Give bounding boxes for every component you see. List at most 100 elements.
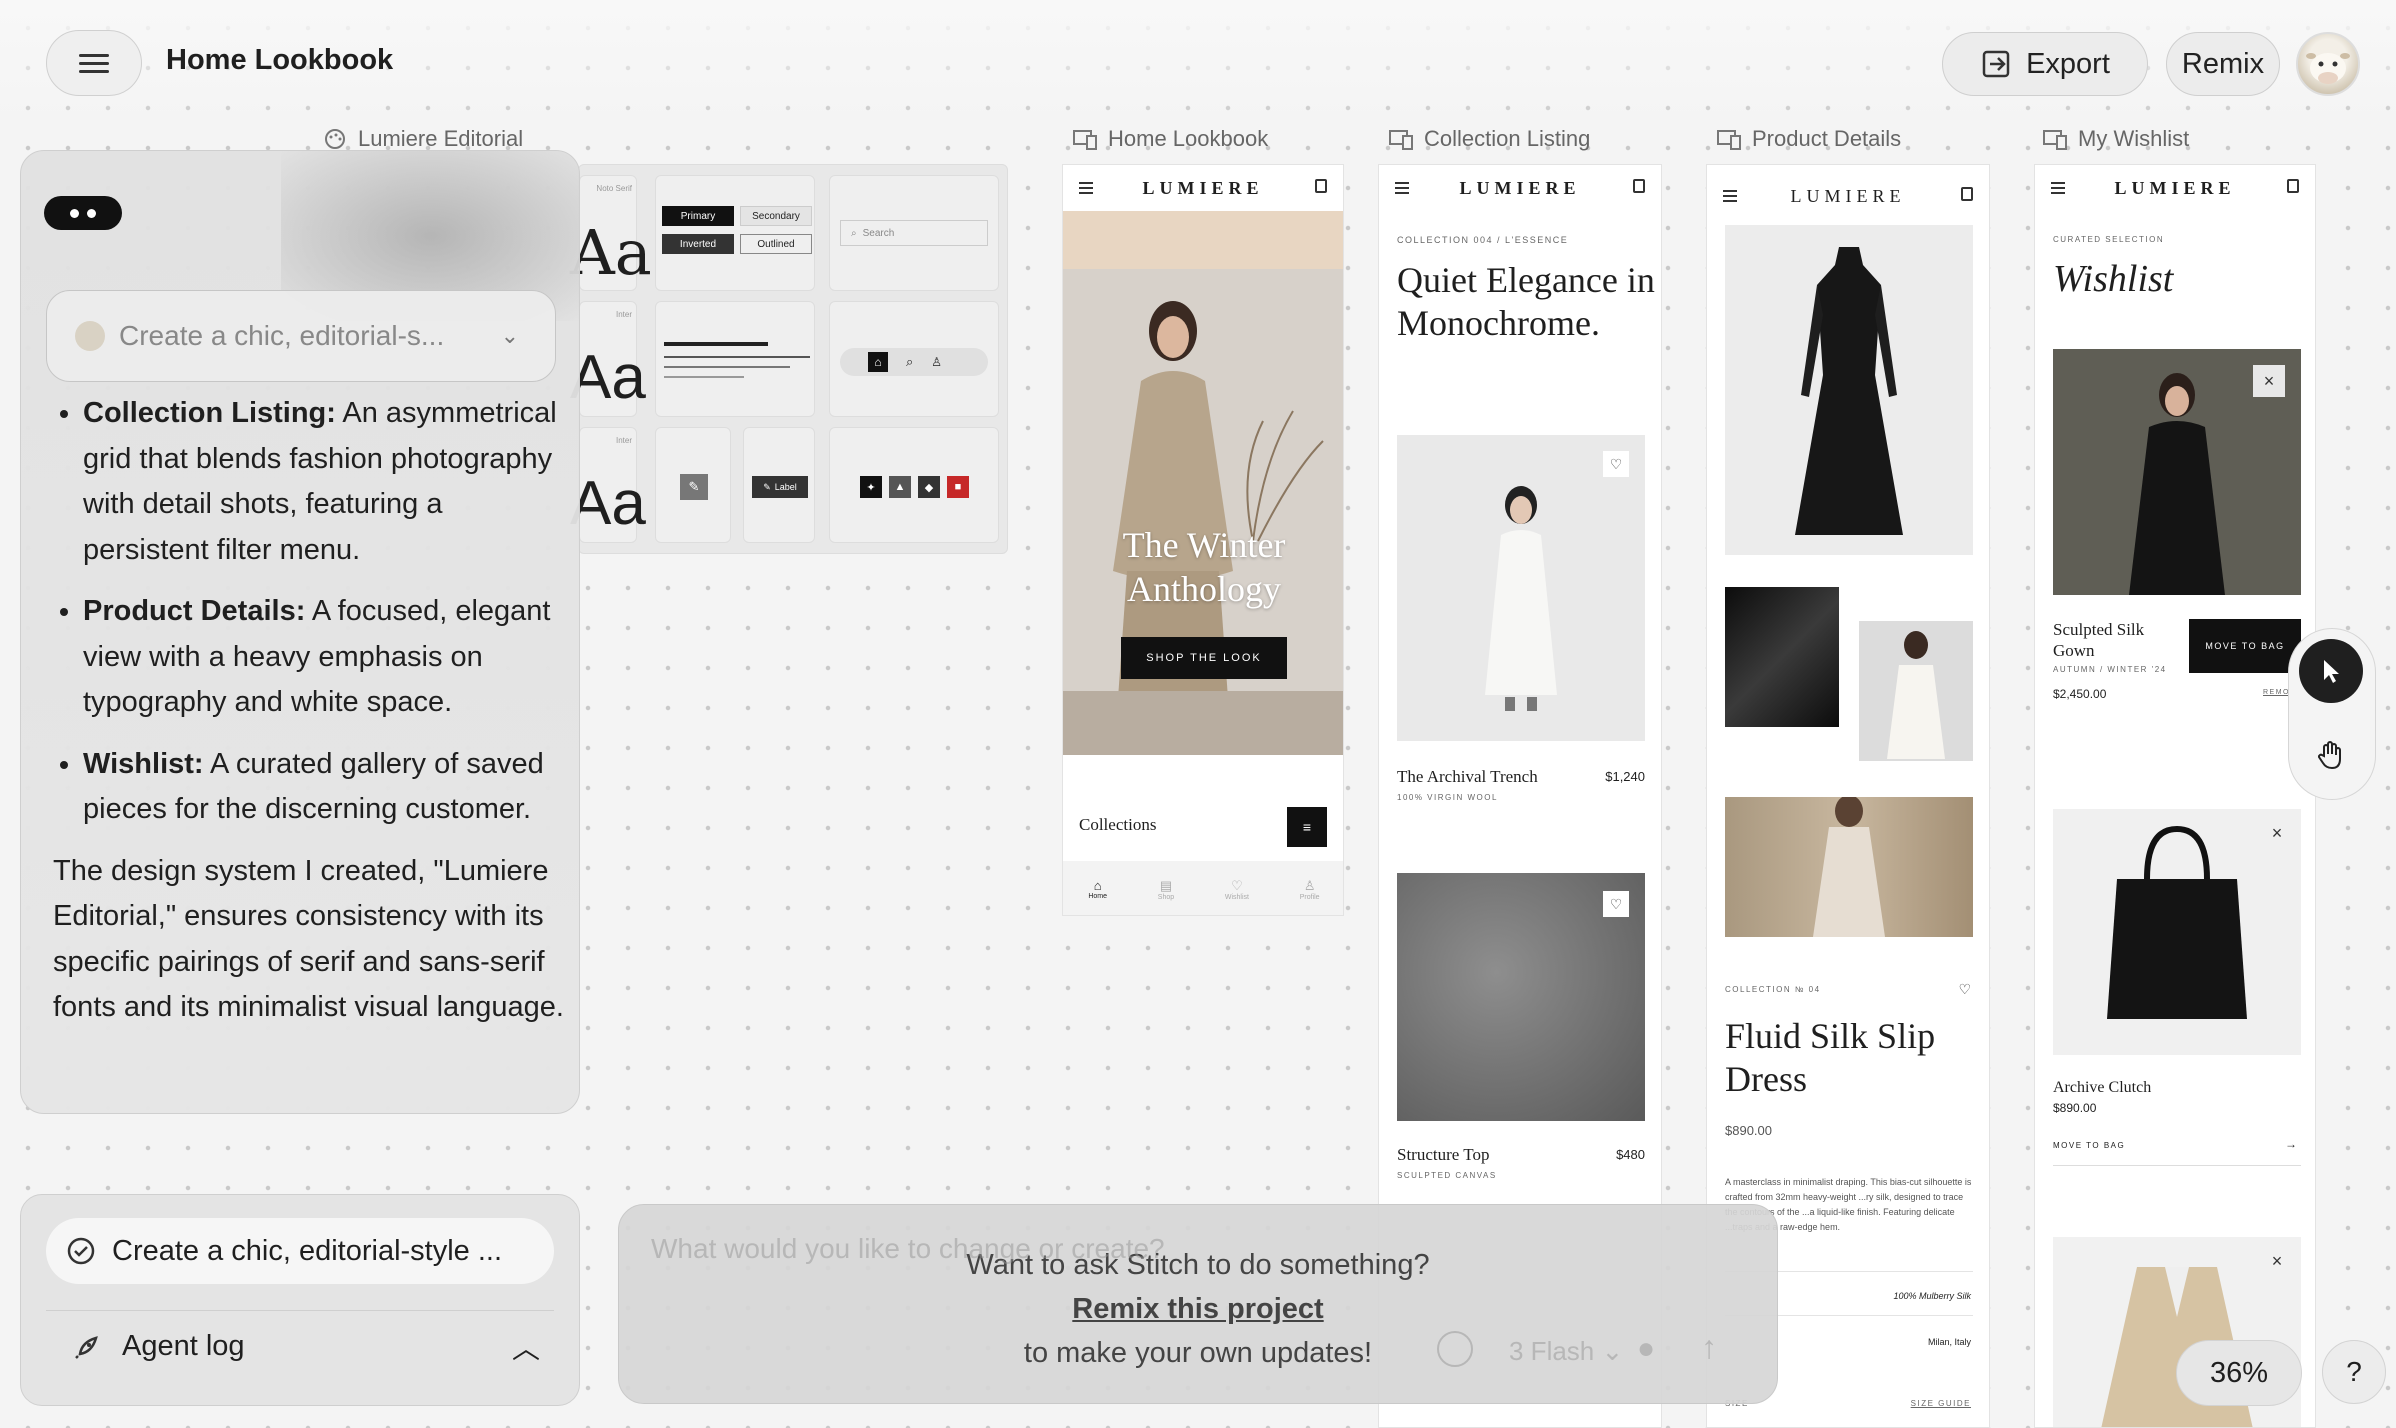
chat-bullet: Wishlist: A curated gallery of saved pie… [83, 742, 573, 833]
pan-tool-button[interactable] [2299, 723, 2363, 787]
font-sample: Aa [570, 216, 652, 289]
icon-bar-sample: ⌂ ⌕ ♙ [840, 348, 988, 376]
main-menu-button[interactable] [46, 30, 142, 96]
task-item[interactable]: Create a chic, editorial-style ... [46, 1218, 554, 1284]
frame-label-text: Collection Listing [1424, 126, 1591, 151]
nav-shop[interactable]: ▤ Shop [1158, 878, 1174, 901]
user-avatar[interactable] [2296, 32, 2360, 96]
chevron-down-icon: ⌄ [500, 323, 519, 348]
wishlist-image[interactable]: × [2053, 809, 2301, 1055]
help-button[interactable]: ? [2322, 1340, 2386, 1404]
bag-icon[interactable] [1633, 179, 1645, 193]
remove-icon[interactable]: × [2261, 817, 2293, 849]
product-name: Structure Top [1397, 1145, 1490, 1164]
task-text: Create a chic, editorial-style ... [112, 1234, 503, 1267]
divider-sample [664, 376, 744, 378]
prompt-selector[interactable]: Create a chic, editorial-s... ⌄ [46, 290, 556, 382]
home-lookbook-screen[interactable]: LUMIERE The Winter Anthology SHOP THE LO… [1062, 164, 1344, 916]
label-chip-text: Label [774, 482, 797, 492]
bag-icon[interactable] [1961, 187, 1973, 201]
bag-icon[interactable] [2287, 179, 2299, 193]
wishlist-item-name: Archive Clutch [2053, 1079, 2152, 1096]
chat-message: Collection Listing: An asymmetrical grid… [53, 391, 573, 1031]
arrow-right-icon[interactable]: → [2285, 1137, 2297, 1151]
detail-image-fabric[interactable] [1725, 587, 1839, 727]
ellipsis-icon [70, 208, 96, 218]
input-placeholder: What would you like to change or create? [651, 1233, 1165, 1264]
frame-label-home[interactable]: Home Lookbook [1072, 126, 1268, 152]
secondary-button-sample: Secondary [740, 206, 812, 226]
action-icons-row: ✦ ▲ ◆ ■ [860, 476, 969, 498]
wishlist-item-name: Sculpted Silk Gown [2053, 620, 2145, 660]
remove-link[interactable]: REMO [2263, 689, 2290, 696]
more-options-button[interactable] [44, 196, 122, 230]
product-hero-image[interactable] [1725, 225, 1973, 555]
brand-logo: LUMIERE [1142, 177, 1264, 198]
export-button[interactable]: Export [1942, 32, 2148, 96]
menu-icon[interactable] [1079, 179, 1093, 197]
product-image[interactable]: ♡ [1397, 873, 1645, 1121]
search-icon: ⌕ [851, 227, 857, 239]
wishlist-image[interactable]: × [2053, 349, 2301, 595]
size-guide-link[interactable]: SIZE GUIDE [1911, 1399, 1971, 1408]
paperclip-icon [1437, 1331, 1473, 1367]
filter-icon[interactable]: ≡ [1287, 807, 1327, 847]
remove-icon[interactable]: × [2261, 1245, 2293, 1277]
remix-link[interactable]: Remix this project [1072, 1287, 1323, 1331]
nav-home[interactable]: ⌂ Home [1088, 878, 1107, 900]
heart-icon[interactable]: ♡ [1603, 451, 1629, 477]
select-tool-button[interactable] [2299, 639, 2363, 703]
font-sample: Aa [570, 469, 646, 538]
remove-icon[interactable]: × [2253, 365, 2285, 397]
detail-image-model[interactable] [1725, 795, 1973, 937]
heart-icon[interactable]: ♡ [1603, 891, 1629, 917]
palette-icon [325, 129, 345, 149]
move-to-bag-link[interactable]: MOVE TO BAG [2053, 1141, 2125, 1150]
menu-icon[interactable] [2051, 179, 2065, 197]
search-icon: ⌕ [906, 354, 914, 369]
hero-image: The Winter Anthology SHOP THE LOOK [1063, 211, 1343, 755]
project-title: Home Lookbook [166, 44, 394, 76]
hamburger-icon [79, 49, 109, 78]
remix-overlay: What would you like to change or create?… [618, 1204, 1778, 1404]
tool-dock [2288, 628, 2376, 800]
font-caption: Inter [615, 310, 632, 319]
wishlist-screen[interactable]: LUMIERE CURATED SELECTION Wishlist × Scu… [2034, 164, 2316, 1428]
send-icon: ↑ [1701, 1329, 1717, 1365]
font-sample-card: Aa Inter [570, 427, 646, 543]
origin-value: Milan, Italy [1927, 1337, 1971, 1347]
product-image[interactable]: ♡ [1397, 435, 1645, 741]
heart-icon[interactable]: ♡ [1958, 981, 1971, 998]
mic-icon: ● [1637, 1332, 1656, 1365]
home-icon: ⌂ [1093, 878, 1102, 893]
wishlist-item-price: $2,450.00 [2053, 687, 2107, 701]
user-icon: ♙ [931, 355, 943, 369]
nav-wishlist[interactable]: ♡ Wishlist [1225, 878, 1249, 901]
zoom-level[interactable]: 36% [2176, 1340, 2302, 1406]
export-icon [1982, 50, 2010, 78]
edit-icon: ✎ [680, 474, 708, 500]
shop-the-look-button[interactable]: SHOP THE LOOK [1121, 637, 1287, 679]
nav-profile[interactable]: ♙ Profile [1300, 878, 1320, 901]
product-name: The Archival Trench [1397, 767, 1538, 786]
move-to-bag-button[interactable]: MOVE TO BAG [2189, 619, 2301, 673]
frame-label-wishlist[interactable]: My Wishlist [2042, 126, 2189, 152]
frame-label-product[interactable]: Product Details [1716, 126, 1901, 152]
user-icon: ♙ [1303, 877, 1316, 893]
frame-label-design-system[interactable]: Lumiere Editorial [322, 126, 523, 152]
font-sample-card: Aa Noto Serif [570, 175, 652, 291]
remix-button[interactable]: Remix [2166, 32, 2280, 96]
menu-icon[interactable] [1723, 187, 1737, 205]
agent-log-toggle[interactable]: Agent log ︿ [46, 1310, 554, 1382]
cursor-icon [2324, 660, 2339, 683]
devices-icon [1073, 130, 1097, 150]
wishlist-eyebrow: CURATED SELECTION [2053, 235, 2165, 244]
frame-label-collection[interactable]: Collection Listing [1388, 126, 1590, 152]
search-placeholder: Search [862, 227, 895, 239]
menu-icon[interactable] [1395, 179, 1409, 197]
design-system-frame[interactable]: Aa Noto Serif Aa Inter Aa Inter Primary … [570, 164, 1008, 554]
bag-icon[interactable] [1315, 179, 1327, 193]
screen-header: LUMIERE [1063, 165, 1343, 211]
divider-sample [664, 356, 810, 358]
detail-image-back[interactable] [1859, 621, 1973, 761]
